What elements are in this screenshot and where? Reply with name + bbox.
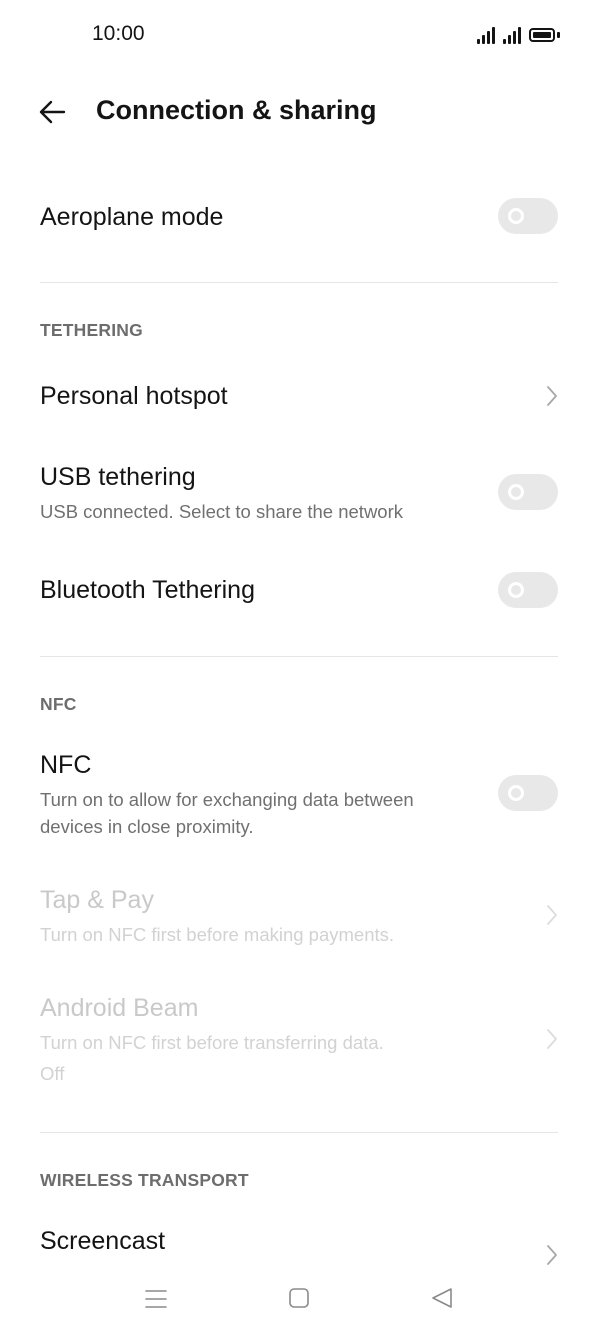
bluetooth-tethering-row[interactable]: Bluetooth Tethering [40,575,558,605]
android-beam-label: Android Beam [40,994,199,1022]
status-icons [477,24,560,44]
tap-pay-row[interactable]: Tap & Pay Turn on NFC first before makin… [40,885,558,948]
personal-hotspot-label: Personal hotspot [40,382,228,410]
nfc-subtitle: Turn on to allow for exchanging data bet… [40,786,558,840]
personal-hotspot-row[interactable]: Personal hotspot [40,381,558,411]
toggle-knob [508,785,524,801]
battery-icon [529,28,555,42]
chevron-right-icon [547,1245,557,1265]
page-title: Connection & sharing [96,95,377,125]
screencast-label: Screencast [40,1227,166,1255]
android-beam-row[interactable]: Android Beam Turn on NFC first before tr… [40,993,558,1087]
tap-pay-subtitle: Turn on NFC first before making payments… [40,924,395,945]
android-beam-subtitle: Turn on NFC first before transferring da… [40,1032,384,1053]
tap-pay-label: Tap & Pay [40,886,154,914]
toggle-knob [508,582,524,598]
usb-tethering-row[interactable]: USB tethering USB connected. Select to s… [40,462,558,525]
android-beam-status: Off [40,1063,65,1084]
bluetooth-tethering-label: Bluetooth Tethering [40,576,255,604]
screencast-row[interactable]: Screencast [40,1226,558,1256]
chevron-right-icon [547,386,557,406]
toggle-knob [508,484,524,500]
menu-icon[interactable] [145,1288,167,1310]
square-icon[interactable] [288,1287,310,1309]
divider [40,1132,558,1133]
chevron-right-icon [547,905,557,925]
aeroplane-mode-label: Aeroplane mode [40,203,224,231]
nfc-subtitle-line: devices in close proximity. [40,816,254,837]
signal-icon [477,26,495,44]
nfc-label: NFC [40,751,92,779]
nfc-subtitle-line: Turn on to allow for exchanging data bet… [40,789,414,810]
usb-tethering-label: USB tethering [40,463,196,491]
divider [40,282,558,283]
aeroplane-mode-toggle[interactable] [498,198,558,234]
toggle-knob [508,208,524,224]
chevron-right-icon [547,1029,557,1049]
arrow-left-icon[interactable] [36,96,68,128]
status-bar: 10:00 [0,0,598,70]
signal-icon [503,26,521,44]
section-label-wireless-transport: WIRELESS TRANSPORT [40,1170,249,1190]
navigation-bar [0,1270,598,1335]
status-time: 10:00 [92,22,145,45]
nfc-toggle[interactable] [498,775,558,811]
divider [40,656,558,657]
nfc-row[interactable]: NFC Turn on to allow for exchanging data… [40,750,558,840]
header: Connection & sharing [0,80,598,144]
section-label-tethering: TETHERING [40,320,143,340]
aeroplane-mode-row[interactable]: Aeroplane mode [40,202,558,232]
battery-cap [557,32,560,38]
section-label-nfc: NFC [40,694,77,714]
usb-tethering-toggle[interactable] [498,474,558,510]
usb-tethering-subtitle: USB connected. Select to share the netwo… [40,501,404,522]
triangle-back-icon[interactable] [430,1286,454,1310]
bluetooth-tethering-toggle[interactable] [498,572,558,608]
